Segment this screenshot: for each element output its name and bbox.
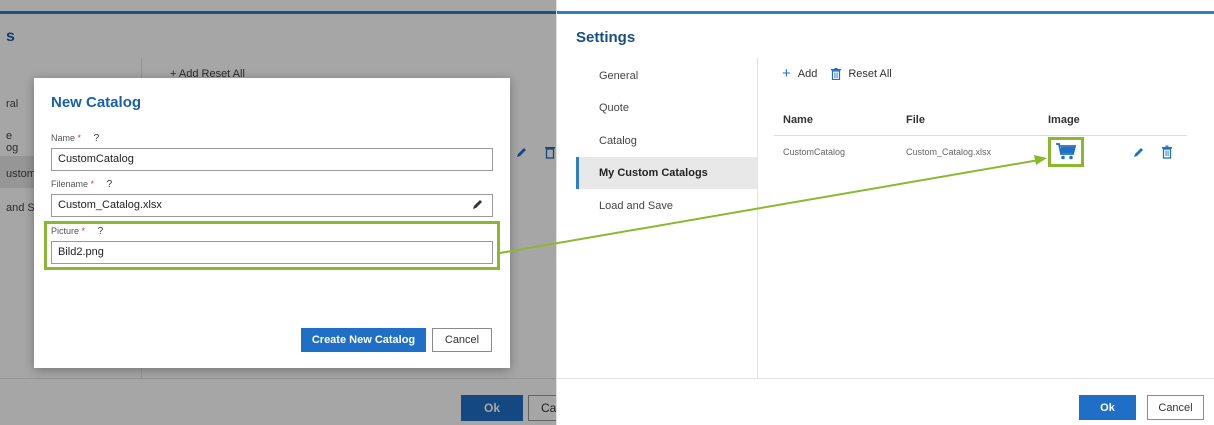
column-header-name: Name <box>783 114 813 126</box>
top-accent-bar <box>557 11 1214 14</box>
settings-panel: Settings General Quote Catalog My Custom… <box>556 0 1214 425</box>
name-label: Name * ? <box>51 133 99 144</box>
name-label-text: Name <box>51 133 76 143</box>
table-header-divider <box>774 135 1187 136</box>
edit-pencil-icon[interactable] <box>1133 146 1145 158</box>
filename-label: Filename * ? <box>51 179 112 190</box>
footer-divider <box>557 378 1214 379</box>
plus-icon: + <box>782 65 791 82</box>
filename-input[interactable]: Custom_Catalog.xlsx <box>51 194 493 217</box>
column-header-file: File <box>906 114 925 126</box>
dialog-title: New Catalog <box>51 94 142 111</box>
left-settings-panel: s ral e og ustom and S + Add Reset All O… <box>0 0 556 425</box>
add-label: Add <box>797 68 818 80</box>
screenshot-stage: s ral e og ustom and S + Add Reset All O… <box>0 0 1214 425</box>
sidebar-item-general[interactable]: General <box>576 60 758 92</box>
settings-sidebar: General Quote Catalog My Custom Catalogs… <box>576 58 758 378</box>
name-required-mark: * <box>77 133 82 143</box>
sidebar-item-catalog[interactable]: Catalog <box>576 125 758 157</box>
sidebar-item-quote[interactable]: Quote <box>576 92 758 124</box>
row-file-cell: Custom_Catalog.xlsx <box>906 147 992 157</box>
cancel-button[interactable]: Cancel <box>1147 395 1204 420</box>
delete-trash-icon[interactable] <box>1161 145 1173 159</box>
name-help-icon[interactable]: ? <box>94 133 100 144</box>
dialog-cancel-button[interactable]: Cancel <box>432 328 492 352</box>
filename-label-text: Filename <box>51 179 89 189</box>
settings-title: Settings <box>576 29 636 46</box>
name-input[interactable]: CustomCatalog <box>51 148 493 171</box>
column-header-image: Image <box>1048 114 1080 126</box>
add-button[interactable]: + Add <box>782 65 818 82</box>
reset-all-button[interactable]: Reset All <box>831 68 892 80</box>
filename-required-mark: * <box>90 179 95 189</box>
picture-field-highlight <box>44 221 500 270</box>
sidebar-item-load-and-save[interactable]: Load and Save <box>576 190 758 222</box>
catalog-toolbar: + Add Reset All <box>782 65 906 82</box>
ok-button[interactable]: Ok <box>1079 395 1136 420</box>
filename-edit-icon[interactable] <box>472 198 484 210</box>
cart-icon <box>1056 143 1076 160</box>
create-new-catalog-button[interactable]: Create New Catalog <box>301 328 426 352</box>
sidebar-item-my-custom-catalogs[interactable]: My Custom Catalogs <box>576 157 758 189</box>
trash-icon <box>831 68 842 80</box>
filename-help-icon[interactable]: ? <box>107 179 113 190</box>
row-name-cell: CustomCatalog <box>783 147 846 157</box>
reset-all-label: Reset All <box>848 68 892 80</box>
